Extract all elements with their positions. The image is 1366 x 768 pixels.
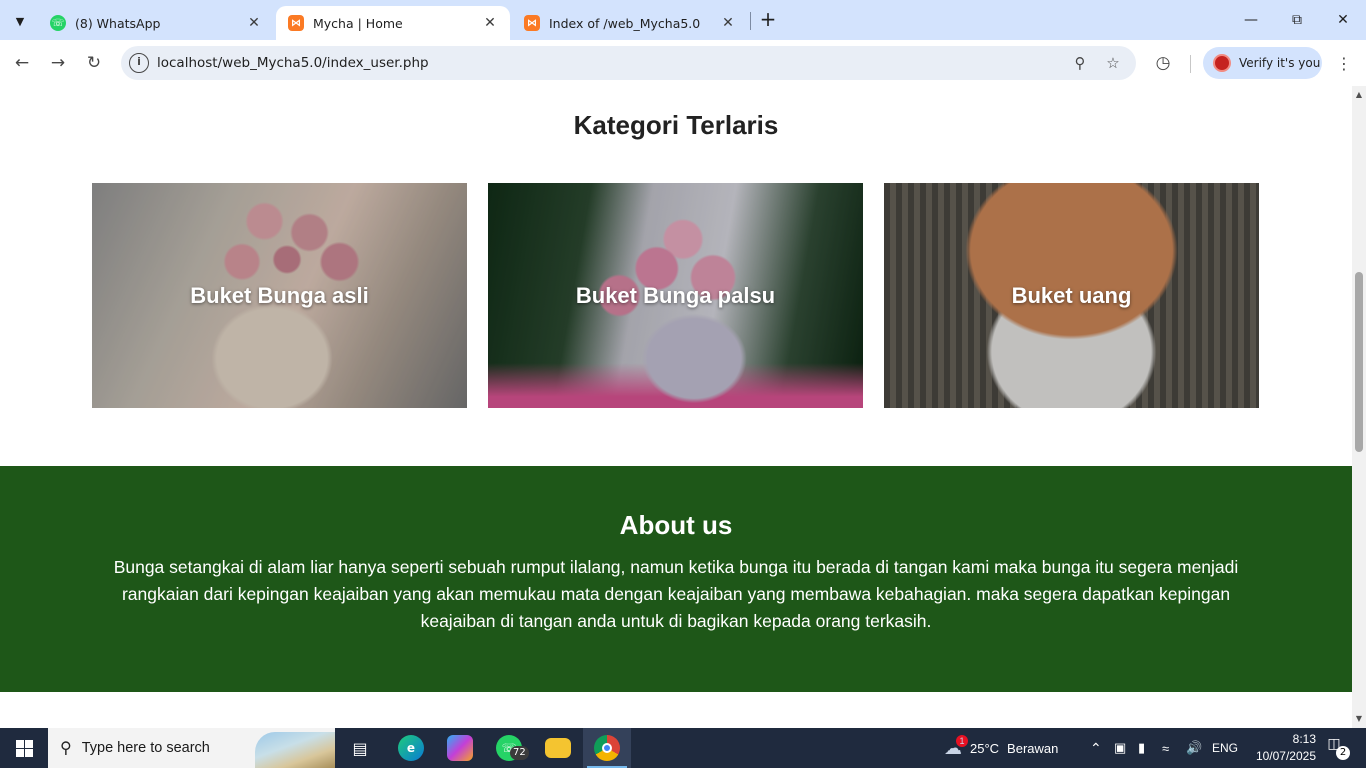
battery-icon[interactable]: ▮ — [1138, 728, 1145, 768]
forward-button[interactable]: → — [44, 49, 72, 77]
tab-index-of[interactable]: ⋈ Index of /web_Mycha5.0 ✕ — [512, 6, 748, 40]
close-window-button[interactable]: ✕ — [1320, 0, 1366, 40]
scrollbar-thumb[interactable] — [1355, 272, 1363, 452]
taskbar-chrome[interactable] — [583, 728, 631, 768]
tab-separator — [750, 12, 751, 30]
close-tab-icon[interactable]: ✕ — [482, 15, 498, 31]
category-card-artificial-flowers[interactable]: Buket Bunga palsu — [488, 183, 863, 408]
about-paragraph: Bunga setangkai di alam liar hanya seper… — [113, 557, 1239, 631]
task-view-icon: ▤ — [352, 738, 368, 758]
scroll-down-icon[interactable]: ▼ — [1352, 712, 1366, 726]
notification-count: 2 — [1336, 746, 1350, 760]
toolbar-separator — [1190, 55, 1191, 73]
arrow-left-icon: ← — [14, 53, 30, 73]
address-bar[interactable]: i localhost/web_Mycha5.0/index_user.php … — [121, 46, 1136, 80]
avatar — [1213, 54, 1231, 72]
cloud-icon: ☁ 1 — [944, 734, 968, 759]
weather-temperature: 25°C — [970, 740, 1000, 756]
page-scrollbar[interactable]: ▲ ▼ — [1352, 86, 1366, 728]
close-icon: ✕ — [1337, 12, 1349, 28]
weather-widget[interactable]: ☁ 1 25°C Berawan — [944, 728, 1058, 768]
browser-menu-button[interactable]: ⋮ — [1334, 49, 1354, 77]
whatsapp-icon: ☏ — [50, 15, 66, 31]
verify-label: Verify it's you — [1239, 56, 1321, 70]
url-text[interactable]: localhost/web_Mycha5.0/index_user.php — [157, 55, 429, 71]
category-label: Buket Bunga palsu — [575, 282, 776, 308]
chrome-icon — [594, 735, 620, 761]
search-placeholder: Type here to search — [81, 740, 210, 756]
close-tab-icon[interactable]: ✕ — [720, 15, 736, 31]
chevron-up-icon: ⌃ — [1090, 739, 1102, 756]
task-view-button[interactable]: ▤ — [336, 728, 384, 768]
weather-alert-badge: 1 — [956, 734, 968, 747]
search-icon: ⚲ — [60, 740, 72, 757]
restore-button[interactable]: ⧉ — [1274, 0, 1320, 40]
copilot-icon — [447, 735, 473, 761]
taskbar-clock[interactable]: 8:13 10/07/2025 — [1244, 731, 1316, 765]
tab-title: Index of /web_Mycha5.0 — [549, 15, 701, 31]
site-info-icon[interactable]: i — [129, 53, 149, 73]
about-heading: About us — [619, 510, 733, 540]
edge-icon: e — [398, 735, 424, 761]
category-card-money-bouquet[interactable]: Buket uang — [884, 183, 1259, 408]
tab-title: Mycha | Home — [313, 15, 403, 31]
clock-time: 8:13 — [1292, 732, 1316, 746]
verify-profile-button[interactable]: Verify it's you — [1203, 47, 1322, 79]
browser-tab-strip: ▼ ☏ (8) WhatsApp ✕ ⋈ Mycha | Home ✕ ⋈ In… — [0, 0, 1366, 40]
category-label: Buket Bunga asli — [190, 282, 369, 308]
language-indicator[interactable]: ENG — [1212, 728, 1238, 768]
history-icon: ◷ — [1155, 53, 1171, 73]
arrow-right-icon: → — [50, 53, 66, 73]
close-tab-icon[interactable]: ✕ — [246, 15, 262, 31]
start-button[interactable] — [0, 728, 48, 768]
taskbar-file-explorer[interactable] — [534, 728, 582, 768]
taskbar-edge[interactable]: e — [387, 728, 435, 768]
minimize-icon: — — [1244, 12, 1258, 28]
xampp-icon: ⋈ — [288, 15, 304, 31]
show-hidden-icons-button[interactable]: ⌃ — [1090, 728, 1102, 768]
tab-title: (8) WhatsApp — [75, 15, 161, 31]
reload-icon: ↻ — [86, 53, 102, 73]
whatsapp-badge: 72 — [510, 746, 529, 760]
meet-now-icon[interactable]: ▣ — [1114, 728, 1126, 768]
scroll-up-icon[interactable]: ▲ — [1352, 88, 1366, 102]
tab-search-button[interactable]: ▼ — [6, 7, 34, 35]
reload-button[interactable]: ↻ — [80, 49, 108, 77]
tab-mycha-home[interactable]: ⋈ Mycha | Home ✕ — [276, 6, 510, 40]
new-tab-button[interactable]: + — [756, 8, 780, 32]
about-section: About us Bunga setangkai di alam liar ha… — [0, 466, 1352, 692]
minimize-button[interactable]: — — [1228, 0, 1274, 40]
chevron-down-icon: ▼ — [15, 14, 25, 28]
windows-taskbar: ⚲ Type here to search ▤ e ☏ 72 ☁ 1 25°C B… — [0, 728, 1366, 768]
search-highlight-image — [255, 732, 335, 768]
folder-icon — [545, 738, 571, 758]
clock-date: 10/07/2025 — [1255, 749, 1316, 763]
category-label: Buket uang — [1011, 282, 1132, 308]
weather-condition: Berawan — [1007, 740, 1059, 756]
page-viewport: Kategori Terlaris Buket Bunga asli Buket… — [0, 86, 1352, 728]
taskbar-search-box[interactable]: ⚲ Type here to search — [48, 728, 335, 768]
notification-center-button[interactable]: ◫ 2 — [1322, 736, 1350, 760]
history-button[interactable]: ◷ — [1149, 49, 1177, 77]
taskbar-whatsapp[interactable]: ☏ 72 — [485, 728, 533, 768]
category-card-real-flowers[interactable]: Buket Bunga asli — [92, 183, 467, 408]
volume-icon[interactable]: 🔊 — [1186, 728, 1202, 768]
zoom-icon[interactable]: ⚲ — [1069, 52, 1091, 74]
browser-toolbar: ← → ↻ i localhost/web_Mycha5.0/index_use… — [0, 40, 1366, 86]
windows-logo-icon — [15, 739, 33, 757]
tab-whatsapp[interactable]: ☏ (8) WhatsApp ✕ — [38, 6, 274, 40]
plus-icon: + — [759, 7, 777, 31]
xampp-icon: ⋈ — [524, 15, 540, 31]
restore-icon: ⧉ — [1292, 12, 1302, 28]
bookmark-star-icon[interactable]: ☆ — [1102, 52, 1124, 74]
back-button[interactable]: ← — [8, 49, 36, 77]
taskbar-copilot[interactable] — [436, 728, 484, 768]
more-vertical-icon: ⋮ — [1336, 53, 1352, 73]
wifi-icon[interactable]: ≈ — [1162, 728, 1169, 768]
categories-heading: Kategori Terlaris — [573, 110, 779, 140]
